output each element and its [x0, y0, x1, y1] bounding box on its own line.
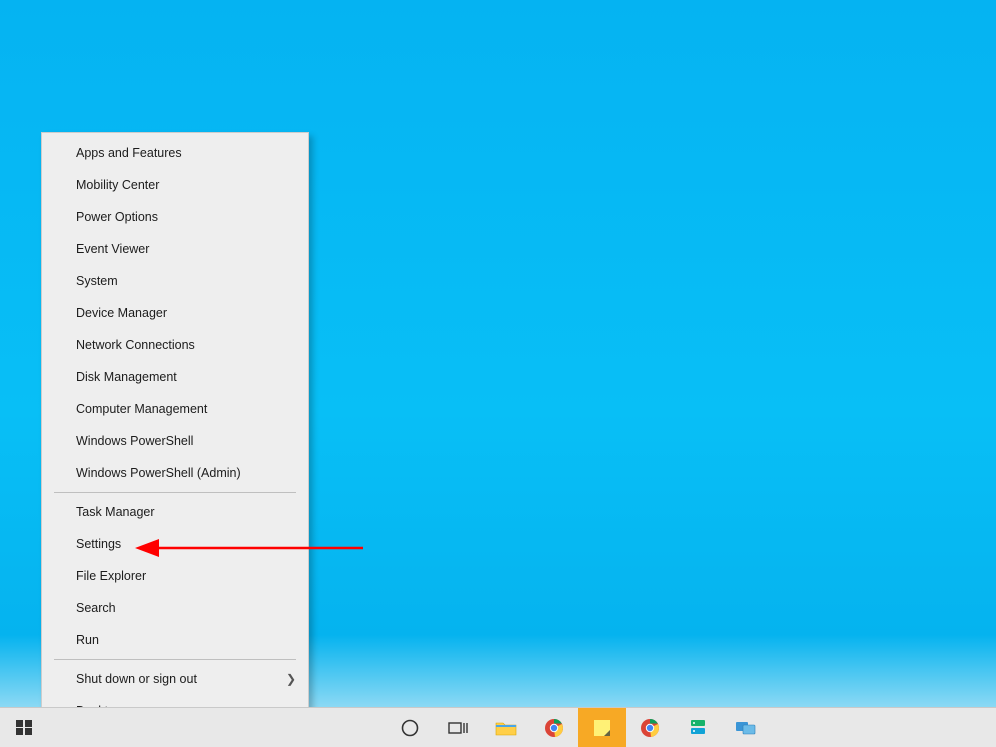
power-user-menu: Apps and Features Mobility Center Power …	[41, 132, 309, 732]
file-explorer-button[interactable]	[482, 708, 530, 747]
sticky-notes-button[interactable]	[578, 708, 626, 747]
menu-item-task-manager[interactable]: Task Manager	[42, 496, 308, 528]
menu-item-windows-powershell-admin[interactable]: Windows PowerShell (Admin)	[42, 457, 308, 489]
menu-item-label: Disk Management	[76, 370, 177, 384]
server-manager-button[interactable]	[674, 708, 722, 747]
menu-item-run[interactable]: Run	[42, 624, 308, 656]
menu-item-device-manager[interactable]: Device Manager	[42, 297, 308, 329]
menu-item-file-explorer[interactable]: File Explorer	[42, 560, 308, 592]
menu-item-label: Network Connections	[76, 338, 195, 352]
menu-item-label: Shut down or sign out	[76, 672, 197, 686]
menu-item-shut-down-or-sign-out[interactable]: Shut down or sign out ❯	[42, 663, 308, 695]
menu-item-network-connections[interactable]: Network Connections	[42, 329, 308, 361]
menu-item-label: Task Manager	[76, 505, 155, 519]
windows-logo-icon	[16, 720, 32, 736]
menu-separator	[54, 492, 296, 493]
menu-item-label: Apps and Features	[76, 146, 182, 160]
menu-item-label: Run	[76, 633, 99, 647]
task-view-icon	[448, 720, 468, 736]
menu-item-mobility-center[interactable]: Mobility Center	[42, 169, 308, 201]
remote-desktop-button[interactable]	[722, 708, 770, 747]
menu-item-label: Power Options	[76, 210, 158, 224]
chrome-icon	[640, 718, 660, 738]
chrome-button[interactable]	[530, 708, 578, 747]
menu-item-label: Windows PowerShell	[76, 434, 193, 448]
menu-separator	[54, 659, 296, 660]
menu-item-label: File Explorer	[76, 569, 146, 583]
menu-item-system[interactable]: System	[42, 265, 308, 297]
chevron-right-icon: ❯	[286, 672, 296, 686]
menu-item-label: Event Viewer	[76, 242, 149, 256]
chrome-icon	[544, 718, 564, 738]
chrome-button-2[interactable]	[626, 708, 674, 747]
task-view-button[interactable]	[434, 708, 482, 747]
taskbar	[0, 707, 996, 747]
menu-item-label: Search	[76, 601, 116, 615]
menu-item-apps-and-features[interactable]: Apps and Features	[42, 137, 308, 169]
sticky-note-icon	[592, 718, 612, 738]
folder-icon	[495, 719, 517, 737]
menu-item-power-options[interactable]: Power Options	[42, 201, 308, 233]
menu-item-label: Windows PowerShell (Admin)	[76, 466, 241, 480]
menu-item-settings[interactable]: Settings	[42, 528, 308, 560]
menu-item-label: Computer Management	[76, 402, 207, 416]
menu-item-label: Mobility Center	[76, 178, 159, 192]
menu-item-label: Settings	[76, 537, 121, 551]
server-icon	[688, 718, 708, 738]
menu-item-computer-management[interactable]: Computer Management	[42, 393, 308, 425]
monitors-icon	[735, 719, 757, 737]
menu-item-event-viewer[interactable]: Event Viewer	[42, 233, 308, 265]
menu-item-search[interactable]: Search	[42, 592, 308, 624]
start-button[interactable]	[0, 708, 48, 747]
menu-item-windows-powershell[interactable]: Windows PowerShell	[42, 425, 308, 457]
menu-item-label: Device Manager	[76, 306, 167, 320]
menu-item-disk-management[interactable]: Disk Management	[42, 361, 308, 393]
menu-item-label: System	[76, 274, 118, 288]
cortana-button[interactable]	[386, 708, 434, 747]
circle-outline-icon	[401, 719, 419, 737]
